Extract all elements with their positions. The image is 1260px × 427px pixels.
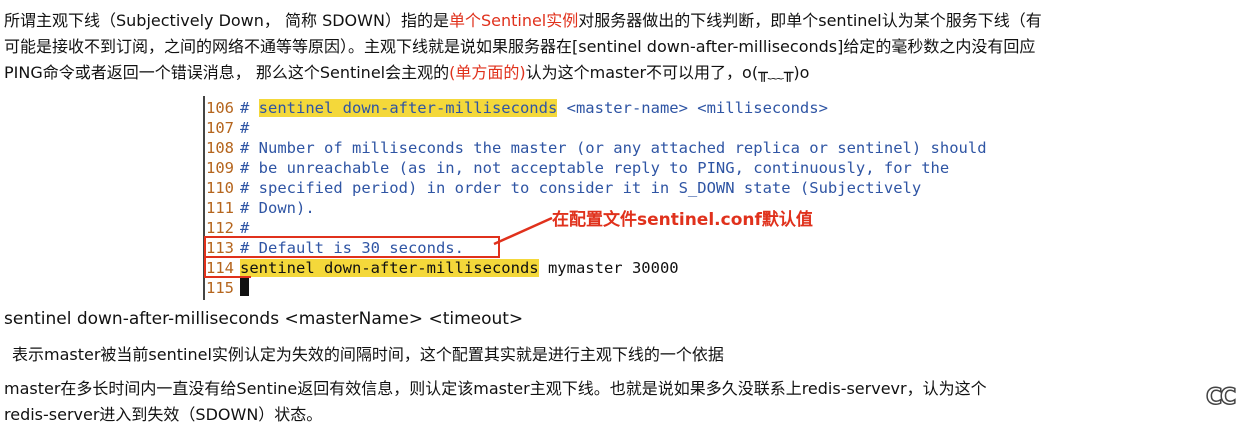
code-line-109: 109 # be unreachable (as in, not acceptab… bbox=[206, 158, 949, 178]
intro-highlight: (单方面的) bbox=[449, 63, 526, 82]
line-number: 112 bbox=[206, 219, 234, 237]
line-number: 109 bbox=[206, 159, 234, 177]
description-line: 表示master被当前sentinel实例认定为失效的间隔时间，这个配置其实就是… bbox=[12, 345, 724, 364]
line-number: 110 bbox=[206, 179, 234, 197]
config-code-block: 106 # sentinel down-after-milliseconds <m… bbox=[203, 96, 1063, 300]
line-number: 106 bbox=[206, 99, 234, 117]
intro-line-3: PING命令或者返回一个错误消息， 那么这个Sentinel会主观的(单方面的)… bbox=[4, 60, 809, 85]
text-cursor bbox=[240, 278, 249, 296]
comment-text: # Number of milliseconds the master (or … bbox=[240, 139, 987, 157]
detail-line-2: redis-server进入到失效（SDOWN）状态。 bbox=[4, 405, 323, 424]
code-line-108: 108 # Number of milliseconds the master (… bbox=[206, 138, 987, 158]
intro-line-1: 所谓主观下线（Subjectively Down， 简称 SDOWN）指的是单个… bbox=[4, 8, 1042, 33]
annotation-label: 在配置文件sentinel.conf默认值 bbox=[552, 210, 813, 230]
comment-text: # bbox=[240, 219, 250, 237]
code-line-107: 107 # bbox=[206, 118, 249, 138]
code-line-111: 111 # Down). bbox=[206, 198, 315, 218]
code-line-115: 115 bbox=[206, 278, 249, 298]
code-line-110: 110 # specified period) in order to consi… bbox=[206, 178, 921, 198]
intro-text: 认为这个master不可以用了，o(╥﹏╥)o bbox=[525, 63, 810, 82]
syntax-line: sentinel down-after-milliseconds <master… bbox=[4, 309, 524, 329]
highlighted-directive: sentinel down-after-milliseconds bbox=[258, 99, 558, 117]
line-number: 115 bbox=[206, 279, 234, 297]
code-line-112: 112 # bbox=[206, 218, 249, 238]
highlighted-directive: sentinel down-after-milliseconds bbox=[240, 259, 539, 277]
comment-text: # Down). bbox=[240, 199, 315, 217]
intro-text: 对服务器做出的下线判断，即单个sentinel认为某个服务下线（有 bbox=[578, 11, 1042, 30]
intro-line-2: 可能是接收不到订阅，之间的网络不通等等原因）。主观下线就是说如果服务器在[sen… bbox=[4, 37, 1036, 56]
intro-highlight: 单个Sentinel实例 bbox=[448, 11, 579, 30]
cc-watermark-icon: CC bbox=[1205, 384, 1237, 411]
line-number: 108 bbox=[206, 139, 234, 157]
code-args: mymaster 30000 bbox=[538, 259, 679, 277]
annotation-arrow bbox=[493, 216, 553, 246]
line-number: 111 bbox=[206, 199, 234, 217]
line-number: 107 bbox=[206, 119, 234, 137]
intro-text: 所谓主观下线（Subjectively Down， 简称 SDOWN）指的是 bbox=[4, 11, 449, 30]
comment-text: # bbox=[240, 119, 250, 137]
highlight-box-tail bbox=[204, 258, 251, 278]
intro-text: PING命令或者返回一个错误消息， 那么这个Sentinel会主观的 bbox=[4, 63, 450, 82]
comment-text: # specified period) in order to consider… bbox=[240, 179, 922, 197]
code-line-114: 114 sentinel down-after-milliseconds myma… bbox=[206, 258, 679, 278]
detail-line-1: master在多长时间内一直没有给Sentine返回有效信息，则认定该maste… bbox=[4, 379, 987, 398]
code-line-106: 106 # sentinel down-after-milliseconds <m… bbox=[206, 98, 828, 118]
code-args: <master-name> <milliseconds> bbox=[557, 99, 828, 117]
comment-hash: # bbox=[240, 99, 259, 117]
comment-text: # be unreachable (as in, not acceptable … bbox=[240, 159, 950, 177]
highlight-box-line-113 bbox=[204, 236, 500, 258]
